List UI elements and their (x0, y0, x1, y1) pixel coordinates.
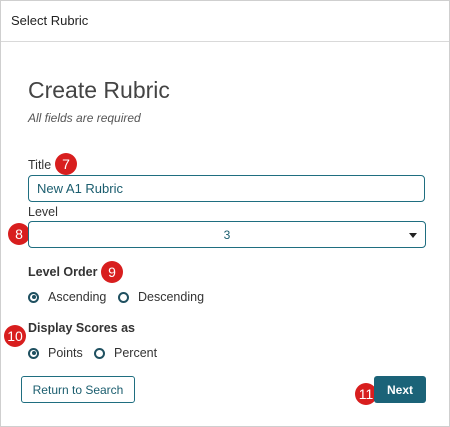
chevron-down-icon (409, 233, 417, 238)
required-note: All fields are required (28, 111, 141, 125)
radio-unchecked-icon[interactable] (118, 291, 129, 303)
level-select[interactable]: 3 (28, 221, 426, 248)
radio-ascending-label: Ascending (48, 290, 107, 304)
level-label: Level (28, 205, 58, 219)
dialog-title: Select Rubric (11, 13, 89, 28)
display-scores-label: Display Scores as (28, 321, 136, 335)
dialog-header: Select Rubric (1, 1, 449, 42)
dialog-frame: Select Rubric (0, 0, 450, 427)
radio-percent[interactable]: Percent (94, 346, 157, 360)
callout-9: 9 (101, 261, 123, 283)
title-label: Title (28, 158, 52, 172)
level-order-label: Level Order (28, 265, 98, 279)
return-to-search-button[interactable]: Return to Search (21, 376, 135, 403)
next-button[interactable]: Next (374, 376, 426, 403)
title-input[interactable]: New A1 Rubric (28, 175, 425, 202)
level-select-value: 3 (223, 228, 231, 242)
radio-points[interactable]: Points (28, 346, 83, 360)
radio-points-label: Points (48, 346, 83, 360)
page-heading: Create Rubric (28, 77, 170, 103)
radio-descending[interactable]: Descending (118, 290, 204, 304)
callout-7: 7 (55, 153, 77, 175)
radio-descending-label: Descending (138, 290, 205, 304)
callout-10: 10 (4, 325, 26, 347)
callout-8: 8 (8, 223, 30, 245)
radio-ascending[interactable]: Ascending (28, 290, 106, 304)
radio-unchecked-icon[interactable] (94, 347, 105, 359)
radio-checked-icon[interactable] (28, 347, 39, 359)
radio-percent-label: Percent (114, 346, 158, 360)
radio-checked-icon[interactable] (28, 291, 39, 303)
